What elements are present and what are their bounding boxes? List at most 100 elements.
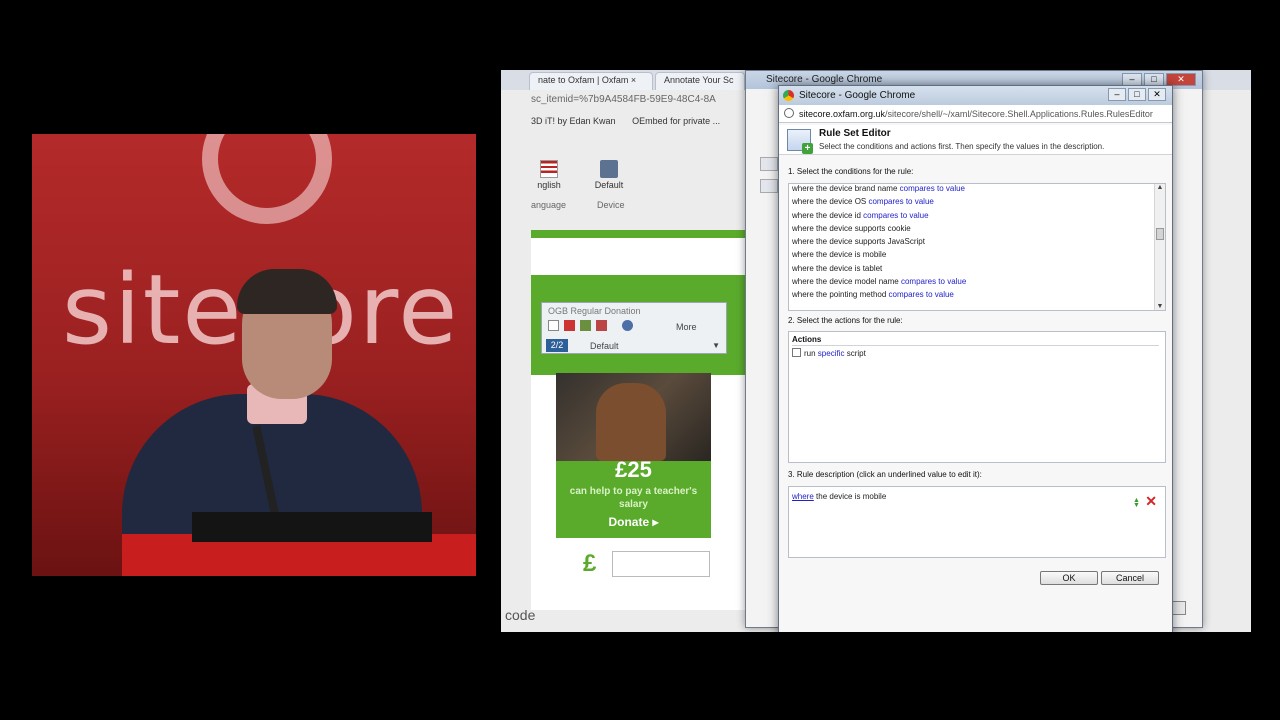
donation-promo-card[interactable]: £25 can help to pay a teacher's salary D… [556,373,711,538]
condition-text: where the device is mobile [792,250,887,260]
condition-row[interactable]: where the device brand name compares to … [789,184,1153,197]
chrome-icon [783,90,794,101]
description-label: 3. Rule description (click an underlined… [788,470,982,479]
url-host: sitecore.oxfam.org.uk [799,109,886,119]
screen-capture: nate to Oxfam | Oxfam × Annotate Your Sc… [501,70,1251,632]
condition-row[interactable]: where the pointing method compares to va… [789,290,1153,303]
speaker-hair [237,269,337,314]
bookmark-oembed[interactable]: OEmbed for private ... [632,116,720,126]
condition-link[interactable]: compares to value [889,290,954,299]
globe-icon [784,108,794,118]
side-checkbox[interactable] [760,157,778,171]
device-group-label: Device [597,200,625,210]
language-label: nglish [537,180,561,190]
rule-editor-icon [787,129,813,154]
bookmarks-bar: 3D iT! by Edan Kwan OEmbed for private .… [531,116,734,126]
condition-row[interactable]: where the device id compares to value [789,211,1153,224]
condition-text: where the device supports cookie [792,223,911,233]
condition-row[interactable]: where the device OS compares to value [789,197,1153,210]
description-where-link[interactable]: where [792,492,814,501]
select-icon[interactable] [548,320,559,331]
description-text: where the device is mobile [792,492,886,501]
test-icon[interactable] [596,320,607,331]
language-button[interactable]: nglish [531,160,567,190]
action-link[interactable]: specific [818,349,845,358]
variant-select[interactable]: Default [590,341,619,351]
condition-row[interactable]: where the device is tablet [789,264,1153,277]
device-label: Default [594,180,624,190]
laptop-lid [192,512,432,542]
scroll-thumb[interactable] [1156,228,1164,240]
navigate-icon[interactable] [622,320,633,331]
move-up-down-icon[interactable]: ▲ ▼ [1132,497,1141,509]
condition-row[interactable]: where the device supports cookie [789,224,1153,237]
background-footer-text: code [505,607,536,623]
ok-button[interactable]: OK [1040,571,1098,585]
dialog-header: Rule Set Editor Select the conditions an… [779,125,1172,155]
description-condition: the device is mobile [813,492,887,501]
rendering-toolbar: OGB Regular Donation More 2/2 Default ▼ [541,302,727,354]
donation-amount-input[interactable] [612,551,710,577]
condition-link[interactable]: compares to value [901,277,966,286]
condition-row[interactable]: where the device is mobile [789,250,1153,263]
device-button[interactable]: Default [589,160,629,190]
tab-annotate[interactable]: Annotate Your Sc [655,72,745,90]
rule-set-editor-window: Sitecore - Google Chrome – □ ✕ sitecore.ox… [778,85,1173,632]
dialog-title: Rule Set Editor [819,128,891,139]
condition-text: where the device supports JavaScript [792,237,925,247]
side-tab[interactable] [760,179,778,193]
us-flag-icon [540,160,558,178]
speaker-video-panel: sitecore [32,134,476,576]
scroll-down-icon[interactable]: ▼ [1155,303,1165,310]
conditions-list: where the device brand name compares to … [788,183,1166,311]
more-button[interactable]: More [676,322,697,332]
donate-link[interactable]: Donate ▸ [556,515,711,529]
minimize-icon[interactable]: – [1108,88,1126,101]
dialog-url-bar[interactable]: sitecore.oxfam.org.uk/sitecore/shell/~/x… [779,105,1172,123]
chevron-down-icon[interactable]: ▼ [712,341,720,350]
page-editor-ribbon: nglish Default anguage Device [531,160,751,210]
condition-text: where the pointing method [792,290,889,300]
condition-row[interactable]: where the device supports JavaScript [789,237,1153,250]
condition-text: where the device brand name [792,184,900,193]
action-run-script[interactable]: run specific script [792,348,866,358]
rendering-title: OGB Regular Donation [548,306,641,316]
condition-text: where the device model name [792,277,901,287]
action-checkbox[interactable] [792,348,801,357]
personalize-icon[interactable] [580,320,591,331]
conditions-scrollbar[interactable]: ▲ ▼ [1154,184,1165,310]
scroll-up-icon[interactable]: ▲ [1155,184,1165,191]
promo-caption: can help to pay a teacher's salary [569,486,698,510]
maximize-icon[interactable]: □ [1128,88,1146,101]
promo-photo [556,373,711,461]
cancel-button[interactable]: Cancel [1101,571,1159,585]
monitor-icon [600,160,618,178]
currency-symbol: £ [583,550,597,577]
conditions-items: where the device brand name compares to … [789,184,1153,304]
bookmark-3d-it[interactable]: 3D iT! by Edan Kwan [531,116,616,126]
actions-list: Actions run specific script [788,331,1166,463]
tab-label: Annotate Your Sc [664,75,734,85]
condition-row[interactable]: where the device model name compares to … [789,277,1153,290]
action-suffix: script [844,349,866,358]
rule-description: where the device is mobile ▲ ▼ ✕ [788,486,1166,558]
dialog-window-controls: – □ ✕ [1106,88,1166,101]
rendering-tools [548,320,638,334]
tab-donate-oxfam[interactable]: nate to Oxfam | Oxfam × [529,72,653,90]
remove-icon[interactable]: ✕ [1145,493,1157,510]
actions-label: 2. Select the actions for the rule: [788,316,903,325]
conditions-label: 1. Select the conditions for the rule: [788,167,914,176]
close-icon[interactable]: ✕ [1148,88,1166,101]
language-group-label: anguage [531,200,567,210]
delete-icon[interactable] [564,320,575,331]
condition-link[interactable]: compares to value [868,197,933,206]
url-path: /sitecore/shell/~/xaml/Sitecore.Shell.Ap… [885,109,1153,119]
condition-text: where the device id [792,210,864,220]
background-url-text[interactable]: sc_itemid=%7b9A4584FB-59E9-48C4-8A [531,94,771,105]
condition-link[interactable]: compares to value [863,211,928,220]
tab-label: nate to Oxfam | Oxfam [538,75,629,85]
condition-link[interactable]: compares to value [900,184,965,193]
dialog-window-title: Sitecore - Google Chrome [799,90,916,101]
actions-heading: Actions [792,335,822,344]
promo-amount: £25 [615,457,652,482]
